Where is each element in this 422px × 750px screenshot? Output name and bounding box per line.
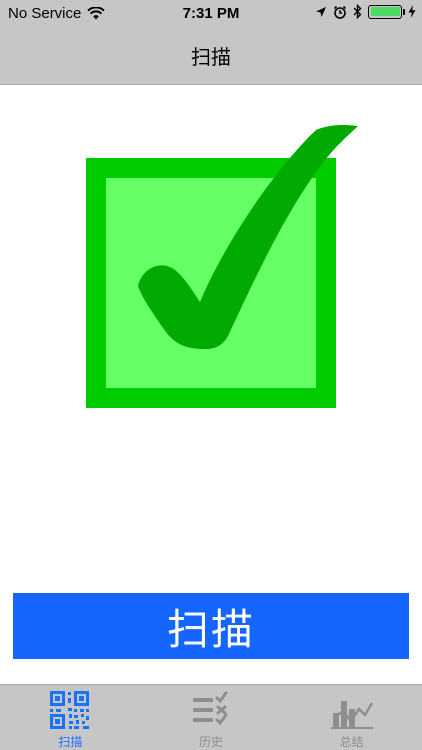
- battery-icon: [368, 4, 405, 19]
- tab-summary[interactable]: 总结: [281, 685, 422, 750]
- summary-chart-icon: [330, 701, 373, 729]
- tab-history[interactable]: 历史: [141, 685, 282, 750]
- tab-history-label: 历史: [199, 735, 224, 749]
- scan-button[interactable]: 扫描: [13, 593, 409, 659]
- tab-scan-label: 扫描: [58, 735, 83, 749]
- tab-bar: 扫描 历史 总结: [0, 684, 422, 750]
- tab-summary-label: 总结: [339, 735, 364, 749]
- qr-code-icon: [50, 691, 90, 729]
- location-arrow-icon: [316, 6, 326, 17]
- checkmark-box-icon: [86, 124, 358, 408]
- tab-scan[interactable]: 扫描: [0, 685, 141, 750]
- bluetooth-icon: [353, 4, 362, 19]
- alarm-clock-icon: [333, 5, 347, 19]
- history-list-icon: [193, 691, 228, 726]
- page-title: 扫描: [191, 45, 231, 69]
- navigation-bar: 扫描: [0, 28, 422, 85]
- battery-level: [370, 7, 400, 16]
- charging-bolt-icon: [408, 5, 416, 18]
- status-bar: No Service 7:31 PM: [0, 0, 422, 28]
- status-right: [315, 4, 416, 19]
